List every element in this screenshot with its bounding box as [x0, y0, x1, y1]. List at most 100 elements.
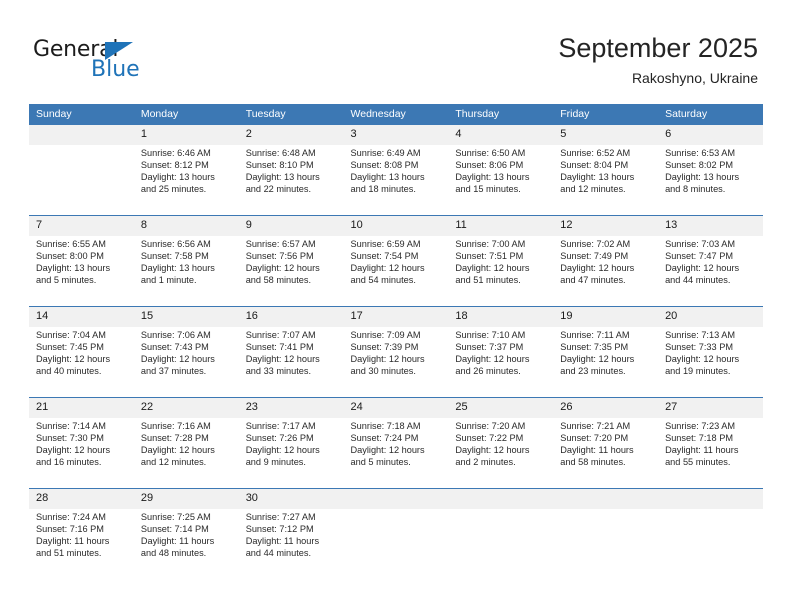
day-cell[interactable]: Sunrise: 7:25 AM Sunset: 7:14 PM Daylight:… [133, 509, 239, 579]
week-detail-row: Sunrise: 7:24 AM Sunset: 7:16 PM Daylight:… [29, 509, 763, 579]
day-sunset: Sunset: 7:20 PM [560, 432, 629, 443]
day-cell[interactable]: Sunrise: 6:55 AM Sunset: 8:00 PM Daylight:… [29, 236, 134, 306]
calendar-header-row: Sunday Monday Tuesday Wednesday Thursday… [29, 104, 763, 124]
day-number[interactable]: 20 [658, 307, 763, 327]
day-cell[interactable]: Sunrise: 6:49 AM Sunset: 8:08 PM Daylight:… [343, 145, 449, 215]
day-number[interactable]: 17 [343, 307, 449, 327]
day-number[interactable]: 8 [133, 216, 239, 236]
day-cell[interactable]: Sunrise: 6:56 AM Sunset: 7:58 PM Daylight:… [133, 236, 239, 306]
day-daylight1: Daylight: 12 hours [140, 353, 215, 364]
day-number[interactable]: 24 [343, 398, 449, 418]
day-number[interactable]: 10 [343, 216, 449, 236]
day-cell[interactable]: Sunrise: 7:09 AM Sunset: 7:39 PM Daylight:… [343, 327, 449, 397]
day-daylight1: Daylight: 13 hours [560, 171, 635, 182]
day-sunrise: Sunrise: 7:02 AM [560, 239, 631, 249]
day-number[interactable]: 18 [448, 307, 554, 327]
day-number[interactable]: 21 [29, 398, 134, 418]
day-cell[interactable]: Sunrise: 6:53 AM Sunset: 8:02 PM Daylight:… [658, 145, 763, 215]
day-sunrise: Sunrise: 6:49 AM [350, 148, 421, 158]
day-number[interactable]: 26 [553, 398, 659, 418]
day-cell[interactable]: Sunrise: 6:52 AM Sunset: 8:04 PM Daylight:… [553, 145, 659, 215]
page-subtitle: Rakoshyno, Ukraine [631, 70, 758, 86]
day-sunrise: Sunrise: 7:10 AM [455, 330, 526, 340]
day-daylight2: and 44 minutes. [245, 547, 312, 558]
day-sunrise: Sunrise: 6:46 AM [140, 148, 211, 158]
day-cell[interactable]: Sunrise: 7:02 AM Sunset: 7:49 PM Daylight:… [553, 236, 659, 306]
day-sunrise: Sunrise: 7:13 AM [665, 330, 736, 340]
day-number[interactable]: 4 [448, 125, 554, 145]
day-sunset: Sunset: 8:10 PM [245, 159, 314, 170]
day-daylight1: Daylight: 12 hours [245, 444, 320, 455]
day-daylight1: Daylight: 12 hours [350, 262, 425, 273]
day-cell[interactable]: Sunrise: 6:48 AM Sunset: 8:10 PM Daylight:… [238, 145, 344, 215]
day-number[interactable]: 13 [658, 216, 763, 236]
day-cell[interactable]: Sunrise: 7:07 AM Sunset: 7:41 PM Daylight:… [238, 327, 344, 397]
day-cell[interactable]: Sunrise: 7:23 AM Sunset: 7:18 PM Daylight:… [658, 418, 763, 488]
day-daylight2: and 5 minutes. [350, 456, 411, 467]
day-number[interactable]: 16 [238, 307, 344, 327]
day-cell[interactable]: Sunrise: 7:00 AM Sunset: 7:51 PM Daylight:… [448, 236, 554, 306]
day-sunset: Sunset: 7:14 PM [140, 523, 209, 534]
day-number[interactable]: 11 [448, 216, 554, 236]
day-cell[interactable]: Sunrise: 7:27 AM Sunset: 7:12 PM Daylight:… [238, 509, 344, 579]
day-sunrise: Sunrise: 7:00 AM [455, 239, 526, 249]
day-cell[interactable]: Sunrise: 7:18 AM Sunset: 7:24 PM Daylight:… [343, 418, 449, 488]
day-sunrise: Sunrise: 7:04 AM [36, 330, 106, 340]
day-number[interactable]: 2 [238, 125, 344, 145]
day-sunset: Sunset: 7:33 PM [665, 341, 733, 352]
day-sunset: Sunset: 7:54 PM [350, 250, 419, 261]
day-number[interactable]: 3 [343, 125, 449, 145]
day-cell[interactable]: Sunrise: 7:06 AM Sunset: 7:43 PM Daylight:… [133, 327, 239, 397]
day-number[interactable]: 15 [133, 307, 239, 327]
day-number[interactable]: 9 [238, 216, 344, 236]
day-cell-empty [658, 509, 763, 579]
day-daylight1: Daylight: 12 hours [350, 444, 425, 455]
day-daylight2: and 33 minutes. [245, 365, 312, 376]
day-daylight1: Daylight: 12 hours [36, 353, 111, 364]
day-number[interactable]: 30 [238, 489, 344, 509]
day-sunrise: Sunrise: 7:21 AM [560, 421, 631, 431]
day-cell[interactable]: Sunrise: 7:16 AM Sunset: 7:28 PM Daylight:… [133, 418, 239, 488]
day-sunset: Sunset: 7:49 PM [560, 250, 629, 261]
day-number[interactable]: 22 [133, 398, 239, 418]
day-number-empty [29, 125, 134, 145]
brand-logo[interactable]: General Blue [33, 38, 233, 86]
day-number[interactable]: 14 [29, 307, 134, 327]
day-number[interactable]: 27 [658, 398, 763, 418]
day-cell[interactable]: Sunrise: 6:46 AM Sunset: 8:12 PM Daylight:… [133, 145, 239, 215]
day-number[interactable]: 6 [658, 125, 763, 145]
day-number[interactable]: 7 [29, 216, 134, 236]
day-number[interactable]: 23 [238, 398, 344, 418]
day-sunset: Sunset: 7:12 PM [245, 523, 314, 534]
day-number[interactable]: 5 [553, 125, 659, 145]
day-sunset: Sunset: 7:45 PM [36, 341, 104, 352]
day-daylight2: and 40 minutes. [36, 365, 102, 376]
day-number[interactable]: 29 [133, 489, 239, 509]
day-number[interactable]: 1 [133, 125, 239, 145]
day-cell-empty [29, 145, 134, 215]
day-number[interactable]: 19 [553, 307, 659, 327]
brand-name-blue: Blue [91, 57, 140, 82]
day-cell[interactable]: Sunrise: 7:14 AM Sunset: 7:30 PM Daylight:… [29, 418, 134, 488]
day-cell[interactable]: Sunrise: 7:20 AM Sunset: 7:22 PM Daylight:… [448, 418, 554, 488]
day-cell[interactable]: Sunrise: 7:13 AM Sunset: 7:33 PM Daylight:… [658, 327, 763, 397]
day-cell[interactable]: Sunrise: 7:10 AM Sunset: 7:37 PM Daylight:… [448, 327, 554, 397]
title-block: September 2025 Rakoshyno, Ukraine [558, 32, 758, 87]
day-number[interactable]: 12 [553, 216, 659, 236]
day-cell[interactable]: Sunrise: 7:11 AM Sunset: 7:35 PM Daylight:… [553, 327, 659, 397]
page-title: September 2025 [558, 33, 758, 63]
day-cell[interactable]: Sunrise: 7:04 AM Sunset: 7:45 PM Daylight:… [29, 327, 134, 397]
day-cell[interactable]: Sunrise: 7:21 AM Sunset: 7:20 PM Daylight:… [553, 418, 659, 488]
day-number[interactable]: 25 [448, 398, 554, 418]
day-daylight2: and 58 minutes. [245, 274, 312, 285]
day-cell[interactable]: Sunrise: 6:59 AM Sunset: 7:54 PM Daylight:… [343, 236, 449, 306]
day-cell[interactable]: Sunrise: 7:17 AM Sunset: 7:26 PM Daylight:… [238, 418, 344, 488]
day-sunrise: Sunrise: 7:11 AM [560, 330, 630, 340]
day-cell[interactable]: Sunrise: 6:57 AM Sunset: 7:56 PM Daylight:… [238, 236, 344, 306]
day-cell[interactable]: Sunrise: 7:24 AM Sunset: 7:16 PM Daylight:… [29, 509, 134, 579]
day-cell[interactable]: Sunrise: 7:03 AM Sunset: 7:47 PM Daylight:… [658, 236, 763, 306]
day-cell[interactable]: Sunrise: 6:50 AM Sunset: 8:06 PM Daylight:… [448, 145, 554, 215]
day-sunrise: Sunrise: 7:03 AM [665, 239, 736, 249]
day-number[interactable]: 28 [29, 489, 134, 509]
day-sunrise: Sunrise: 7:17 AM [245, 421, 316, 431]
